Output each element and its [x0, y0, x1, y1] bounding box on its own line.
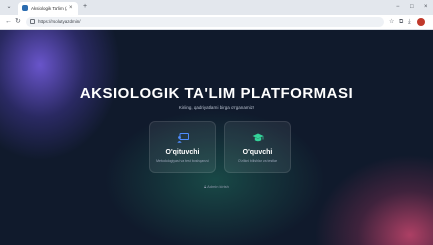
teacher-card-description: Metodologiyasi va test boshqaruvi: [156, 159, 209, 163]
maximize-button[interactable]: □: [410, 3, 414, 11]
page-viewport: AKSIOLOGIK TA'LIM PLATFORMASI Kiriing, q…: [0, 30, 433, 245]
tab-search-icon[interactable]: ⌄: [5, 3, 13, 11]
browser-chrome: ⌄ Aksiologik Ta'lim (Aksiol... × + − □ ×…: [0, 0, 433, 30]
url-text: https://rsolutyazdmin/: [38, 19, 81, 24]
lock-icon: [30, 19, 35, 24]
teacher-card[interactable]: O'qituvchi Metodologiyasi va test boshqa…: [149, 121, 216, 173]
graduation-cap-icon: [252, 133, 264, 142]
tab-title: Aksiologik Ta'lim (Aksiol...: [31, 6, 67, 11]
new-tab-button[interactable]: +: [83, 3, 87, 11]
teacher-card-title: O'qituvchi: [165, 149, 200, 156]
teacher-board-icon: [177, 133, 189, 143]
favicon-icon: [22, 5, 28, 11]
downloads-icon[interactable]: ⤓: [408, 18, 411, 26]
browser-tab[interactable]: Aksiologik Ta'lim (Aksiol... ×: [18, 2, 78, 15]
tab-close-icon[interactable]: ×: [69, 4, 73, 13]
star-icon[interactable]: ☆: [389, 18, 394, 26]
back-icon[interactable]: ←: [5, 18, 12, 26]
profile-avatar[interactable]: [417, 18, 425, 26]
browser-toolbar: ← ↻ https://rsolutyazdmin/ ☆ ⧉ ⤓: [0, 15, 433, 30]
student-card-title: O'quvchi: [242, 149, 273, 156]
tab-bar: ⌄ Aksiologik Ta'lim (Aksiol... × + − □ ×: [0, 0, 433, 15]
student-card[interactable]: O'quvchi O'zlikni bilishlar va testlar: [224, 121, 291, 173]
page-title: AKSIOLOGIK TA'LIM PLATFORMASI: [79, 85, 354, 102]
lock-icon: 🔒︎: [204, 184, 207, 189]
student-card-description: O'zlikni bilishlar va testlar: [237, 159, 278, 163]
admin-link-label: Admin kirish: [207, 184, 229, 189]
admin-login-link[interactable]: 🔒︎ Admin kirish: [0, 184, 433, 189]
refresh-icon[interactable]: ↻: [15, 18, 21, 26]
address-bar[interactable]: https://rsolutyazdmin/: [26, 17, 384, 27]
close-window-button[interactable]: ×: [424, 3, 428, 11]
page-subtitle: Kiriing, qadriyatlarni birga o'rganamiz!: [178, 105, 255, 110]
extensions-icon[interactable]: ⧉: [399, 18, 403, 26]
minimize-button[interactable]: −: [396, 3, 400, 11]
